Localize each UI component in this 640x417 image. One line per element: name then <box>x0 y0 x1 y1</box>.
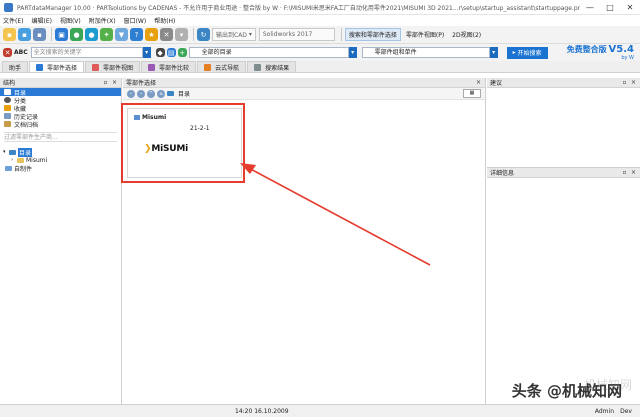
pin-icon[interactable]: ▫ <box>621 169 628 176</box>
close-icon[interactable]: × <box>630 169 637 176</box>
close-icon[interactable]: × <box>630 79 637 86</box>
pane-title: 详细信息 <box>490 170 515 177</box>
details-header: 详细信息 ▫ × <box>487 168 640 178</box>
status-user: Admin <box>594 408 614 415</box>
suggestion-header: 建议 ▫ × <box>487 78 640 88</box>
suggestion-pane: 建议 ▫ × <box>487 78 640 162</box>
details-pane: 详细信息 ▫ × <box>487 167 640 404</box>
pin-icon[interactable]: ▫ <box>621 79 628 86</box>
status-bar: 14:20 16.10.2009 Admin Dev <box>0 404 640 417</box>
status-datetime: 14:20 16.10.2009 <box>235 408 289 415</box>
pane-title: 建议 <box>490 80 503 87</box>
watermark: 头条 @机械知网 <box>511 382 622 400</box>
status-mode: Dev <box>620 408 632 415</box>
